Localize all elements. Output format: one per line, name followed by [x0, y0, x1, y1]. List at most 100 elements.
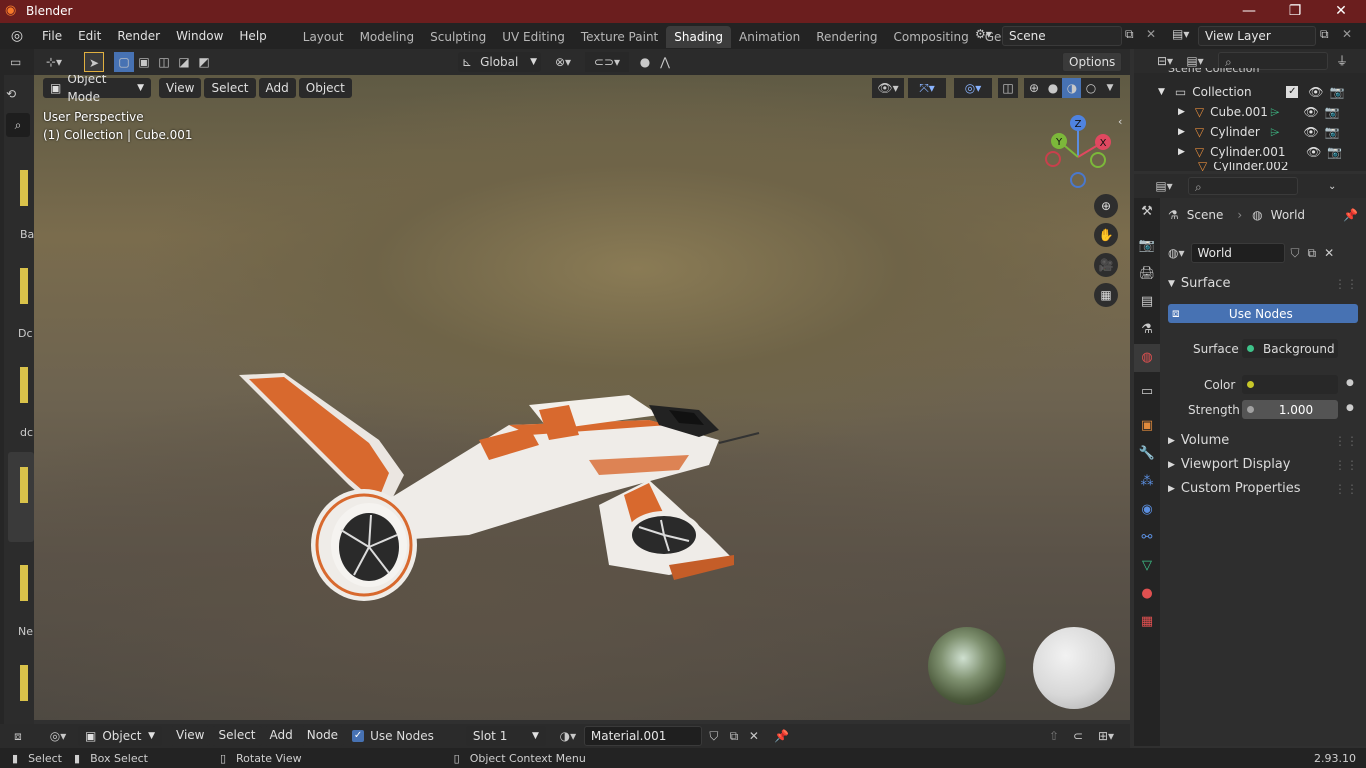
strength-field[interactable]: 1.000	[1242, 400, 1338, 419]
tool-settings-icon[interactable]: ⊹▾	[44, 52, 64, 72]
node-editor-type-icon[interactable]: ⧈	[8, 726, 28, 746]
keyframe-dot-icon[interactable]: ●	[1346, 403, 1354, 413]
select-mode-invert-icon[interactable]: ◪	[174, 52, 194, 72]
new-world-icon[interactable]: ⧉	[1308, 246, 1317, 261]
search-icon[interactable]: ⌕	[6, 113, 30, 137]
material-tab-icon[interactable]: ●	[1134, 580, 1160, 608]
object-mode-dropdown[interactable]: ▣ Object Mode ▼	[43, 75, 151, 104]
world-name-field[interactable]: World	[1190, 243, 1285, 263]
menu-object[interactable]: Object	[298, 78, 352, 98]
close-button[interactable]: ✕	[1318, 0, 1364, 23]
drag-handle-icon[interactable]: ⋮⋮	[1334, 277, 1358, 291]
outliner-row-cube-001[interactable]: ▶ ▽ Cube.001 ⌲ 👁 📷	[1134, 102, 1366, 122]
wireframe-shading-icon[interactable]: ⊕	[1024, 78, 1044, 98]
menu-window[interactable]: Window	[168, 23, 231, 49]
material-browse-icon[interactable]: ◑▾	[554, 726, 582, 746]
object-tab-icon[interactable]: ▣	[1134, 412, 1160, 440]
pin-icon[interactable]: 📌	[772, 726, 792, 746]
menu-file[interactable]: File	[34, 23, 70, 49]
filter-icon[interactable]: ⏚	[1332, 51, 1352, 71]
blender-menu-icon[interactable]: ◎	[0, 28, 34, 44]
use-nodes-button[interactable]: ⧈ Use Nodes	[1168, 304, 1358, 323]
thumbnail-2[interactable]	[20, 268, 28, 304]
menu-add[interactable]: Add	[258, 78, 296, 98]
perspective-grid-icon[interactable]: ▦	[1094, 283, 1118, 307]
select-mode-new-icon[interactable]: ▢	[114, 52, 134, 72]
node-snap-icon[interactable]: ⊂	[1068, 726, 1088, 746]
thumbnail-1[interactable]	[20, 170, 28, 206]
options-dropdown[interactable]: Options	[1062, 52, 1122, 72]
snap-icon[interactable]: ⊂⊃▾	[584, 52, 629, 72]
world-tab-icon[interactable]: ◍	[1134, 344, 1160, 372]
tab-sculpting[interactable]: Sculpting	[422, 26, 494, 48]
texture-tab-icon[interactable]: ▦	[1134, 608, 1160, 636]
tab-texture-paint[interactable]: Texture Paint	[573, 26, 666, 48]
viewport-display-panel-header[interactable]: ▶ Viewport Display ⋮⋮	[1168, 457, 1358, 472]
visibility-icon[interactable]: 👁▾	[872, 78, 904, 98]
checkbox-icon[interactable]: ✓	[1286, 86, 1299, 98]
proportional-edit-icon[interactable]: ●	[635, 52, 655, 72]
chevron-down-icon[interactable]: ⌄	[1328, 181, 1336, 192]
scene-collection-label[interactable]: Scene Collection	[1168, 68, 1259, 76]
keyframe-dot-icon[interactable]: ●	[1346, 378, 1354, 388]
tab-modeling[interactable]: Modeling	[352, 26, 423, 48]
select-mode-subtract-icon[interactable]: ◫	[154, 52, 174, 72]
menu-render[interactable]: Render	[109, 23, 168, 49]
zoom-icon[interactable]: ⊕	[1094, 194, 1118, 218]
eye-icon[interactable]: 👁	[1304, 102, 1319, 122]
camera-render-icon[interactable]: 📷	[1327, 142, 1342, 162]
object-data-tab-icon[interactable]: ▽	[1134, 552, 1160, 580]
node-menu-node[interactable]: Node	[300, 726, 345, 746]
outliner-row-cylinder-001[interactable]: ▶ ▽ Cylinder.001 👁 📷	[1134, 142, 1366, 162]
shader-object-dropdown[interactable]: ▣ Object ▼	[78, 726, 162, 746]
outliner-row-collection[interactable]: ▼ ▭ Collection ✓ 👁 📷	[1134, 82, 1366, 102]
render-tab-icon[interactable]: 📷	[1134, 232, 1160, 260]
thumbnail-3[interactable]	[20, 367, 28, 403]
menu-edit[interactable]: Edit	[70, 23, 109, 49]
tab-compositing[interactable]: Compositing	[885, 26, 976, 48]
transform-orientation-dropdown[interactable]: ⊾ Global ▼	[458, 52, 541, 72]
rendered-shading-icon[interactable]: ○	[1081, 78, 1101, 98]
fake-user-shield-icon[interactable]: ⛉	[704, 726, 724, 746]
eye-icon[interactable]: 👁	[1308, 82, 1323, 102]
particles-tab-icon[interactable]: ⁂	[1134, 468, 1160, 496]
view-layer-tab-icon[interactable]: ▤	[1134, 288, 1160, 316]
view-layer-icon[interactable]: ▤▾	[1172, 27, 1189, 41]
pivot-point-icon[interactable]: ⊗▾	[547, 52, 579, 72]
drag-handle-icon[interactable]: ⋮⋮	[1334, 434, 1358, 448]
tab-shading[interactable]: Shading	[666, 26, 731, 48]
scene-tab-icon[interactable]: ⚗	[1134, 316, 1160, 344]
outliner-row-cylinder-002[interactable]: ▽ Cylinder.002	[1134, 162, 1366, 171]
pan-hand-icon[interactable]: ✋	[1094, 223, 1118, 247]
menu-help[interactable]: Help	[231, 23, 274, 49]
pin-icon[interactable]: 📌	[1343, 208, 1358, 222]
eye-icon[interactable]: 👁	[1304, 122, 1319, 142]
output-tab-icon[interactable]: 🖨	[1134, 260, 1160, 288]
properties-editor-icon[interactable]: ▤▾	[1148, 176, 1180, 196]
node-menu-add[interactable]: Add	[263, 726, 299, 746]
eye-icon[interactable]: 👁	[1306, 142, 1321, 162]
expand-arrow-icon[interactable]: ▶	[1178, 122, 1185, 142]
tab-rendering[interactable]: Rendering	[808, 26, 885, 48]
physics-tab-icon[interactable]: ◉	[1134, 496, 1160, 524]
surface-shader-field[interactable]: Background	[1242, 339, 1338, 358]
maximize-button[interactable]: ❐	[1272, 0, 1318, 23]
material-name-field[interactable]: Material.001	[583, 726, 702, 746]
new-material-icon[interactable]: ⧉	[724, 726, 744, 746]
remove-scene-icon[interactable]: ✕	[1146, 27, 1156, 41]
camera-render-icon[interactable]: 📷	[1330, 82, 1345, 102]
spaceship-model[interactable]	[229, 365, 769, 605]
solid-shading-icon[interactable]: ●	[1043, 78, 1063, 98]
select-mode-intersect-icon[interactable]: ◩	[194, 52, 214, 72]
tab-uv-editing[interactable]: UV Editing	[494, 26, 573, 48]
tab-layout[interactable]: Layout	[295, 26, 352, 48]
menu-view[interactable]: View	[159, 78, 202, 98]
expand-arrow-icon[interactable]: ▶	[1178, 142, 1185, 162]
color-field[interactable]	[1242, 375, 1338, 394]
expand-arrow-icon[interactable]: ▼	[1158, 82, 1165, 102]
material-shading-icon[interactable]: ◑	[1062, 78, 1082, 98]
minimize-button[interactable]: —	[1226, 0, 1272, 23]
navigation-gizmo[interactable]: Z X Y	[1044, 111, 1124, 191]
shader-type-icon[interactable]: ◎▾	[42, 726, 74, 746]
select-tool-icon[interactable]: ➤	[84, 52, 104, 72]
